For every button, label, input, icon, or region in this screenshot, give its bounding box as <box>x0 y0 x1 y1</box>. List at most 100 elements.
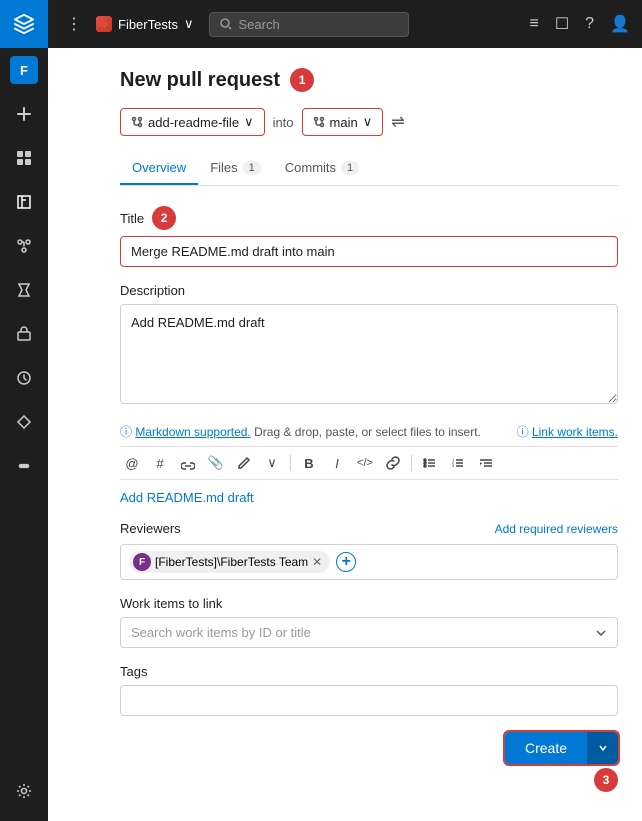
reviewers-label: Reviewers <box>120 521 181 536</box>
work-items-dropdown[interactable]: Search work items by ID or title <box>120 617 618 648</box>
description-label-row: Description <box>120 283 618 298</box>
avatar-box: F <box>10 56 38 84</box>
tab-files-label: Files <box>210 160 237 175</box>
description-section: Description Add README.md draft <box>120 283 618 407</box>
tab-files[interactable]: Files 1 <box>198 152 273 185</box>
into-text: into <box>273 115 294 130</box>
tab-commits-label: Commits <box>285 160 336 175</box>
draft-link-readme[interactable]: README.md <box>147 490 224 505</box>
sidebar-pipelines-icon[interactable] <box>0 224 48 268</box>
sidebar-diamond-icon[interactable] <box>0 400 48 444</box>
svg-text:3: 3 <box>452 463 455 468</box>
sidebar-artifacts-icon[interactable] <box>0 312 48 356</box>
tabs-bar: Overview Files 1 Commits 1 <box>120 152 618 186</box>
toolbar-attach-button[interactable]: 📎 <box>204 451 228 475</box>
search-placeholder: Search <box>238 17 279 32</box>
swap-branches-button[interactable]: ⇌ <box>391 112 404 132</box>
project-chevron: ∨ <box>184 16 194 32</box>
step-badge-2: 2 <box>152 206 176 230</box>
reviewer-pill: F [FiberTests]\FiberTests Team ✕ <box>129 551 330 573</box>
reviewer-avatar: F <box>133 553 151 571</box>
toolbar-link2-button[interactable] <box>176 451 200 475</box>
sidebar-bottom <box>0 769 48 821</box>
tags-label: Tags <box>120 664 618 679</box>
title-input[interactable] <box>120 236 618 267</box>
reviewer-add-button[interactable]: + <box>336 552 356 572</box>
markdown-info-left: ⓘ Markdown supported. Drag & drop, paste… <box>120 423 481 440</box>
sidebar-top: F <box>0 0 48 488</box>
toolbar-at-button[interactable]: @ <box>120 451 144 475</box>
description-textarea[interactable]: Add README.md draft <box>120 304 618 404</box>
topbar-right: ≡ ☐ ? 👤 <box>529 14 630 34</box>
sidebar-logo[interactable] <box>0 0 48 48</box>
project-name: FiberTests <box>118 17 178 32</box>
user-icon[interactable]: 👤 <box>610 14 630 34</box>
title-label: Title <box>120 211 144 226</box>
draft-text: Add README.md draft <box>120 490 618 505</box>
tab-commits[interactable]: Commits 1 <box>273 152 371 185</box>
topbar-dots-button[interactable]: ⋮ <box>60 10 88 38</box>
info-icon-2: ⓘ <box>517 425 529 439</box>
sidebar-boards-icon[interactable] <box>0 136 48 180</box>
search-box[interactable]: Search <box>209 12 409 37</box>
tab-overview-label: Overview <box>132 160 186 175</box>
reviewer-name: [FiberTests]\FiberTests Team <box>155 555 308 569</box>
sidebar: F <box>0 0 48 821</box>
page-title: New pull request <box>120 69 280 92</box>
toolbar-ol-button[interactable]: 123 <box>446 451 470 475</box>
draft-suffix: draft <box>224 490 254 505</box>
editor-toolbar: @ # 📎 ∨ B I </> 123 <box>120 446 618 480</box>
topbar-project-selector[interactable]: FiberTests ∨ <box>96 16 193 32</box>
work-items-section: Work items to link Search work items by … <box>120 596 618 648</box>
target-branch-button[interactable]: main ∨ <box>302 108 384 136</box>
step-badge-3: 3 <box>594 768 618 792</box>
badge3-container: 3 <box>120 768 618 792</box>
toolbar-ul-button[interactable] <box>418 451 442 475</box>
sidebar-settings-icon[interactable] <box>0 769 48 813</box>
sidebar-repos-icon[interactable] <box>0 180 48 224</box>
sidebar-testplans-icon[interactable] <box>0 268 48 312</box>
create-button[interactable]: Create <box>505 732 587 764</box>
work-items-label: Work items to link <box>120 596 618 611</box>
page-header: New pull request 1 <box>120 68 618 92</box>
target-branch-chevron: ∨ <box>363 114 373 130</box>
work-items-placeholder: Search work items by ID or title <box>131 625 311 640</box>
tab-commits-count: 1 <box>341 161 359 175</box>
tab-files-count: 1 <box>243 161 261 175</box>
topbar: ⋮ FiberTests ∨ Search ≡ ☐ ? 👤 <box>48 0 642 48</box>
add-required-reviewers-link[interactable]: Add required reviewers <box>495 522 618 536</box>
sidebar-avatar[interactable]: F <box>0 48 48 92</box>
markdown-info-row: ⓘ Markdown supported. Drag & drop, paste… <box>120 423 618 440</box>
toolbar-hyperlink-button[interactable] <box>381 451 405 475</box>
tags-input[interactable] <box>120 685 618 716</box>
source-branch-label: add-readme-file <box>148 115 239 130</box>
source-branch-button[interactable]: add-readme-file ∨ <box>120 108 265 136</box>
hamburger-icon[interactable]: ≡ <box>529 15 538 33</box>
toolbar-bold-button[interactable]: B <box>297 451 321 475</box>
toolbar-code-button[interactable]: </> <box>353 451 377 475</box>
reviewers-header-row: Reviewers Add required reviewers <box>120 521 618 536</box>
sidebar-add-button[interactable] <box>0 92 48 136</box>
link-work-items-link[interactable]: Link work items. <box>532 425 618 439</box>
create-button-group: Create <box>505 732 618 764</box>
draft-prefix: Add <box>120 490 147 505</box>
sidebar-extra-icon[interactable] <box>0 444 48 488</box>
markdown-link[interactable]: Markdown supported. <box>135 425 250 439</box>
help-icon[interactable]: ? <box>585 15 594 33</box>
toolbar-indent-button[interactable] <box>474 451 498 475</box>
source-branch-chevron: ∨ <box>244 114 254 130</box>
toolbar-draw-chevron[interactable]: ∨ <box>260 451 284 475</box>
sidebar-overview-icon[interactable] <box>0 356 48 400</box>
clipboard-icon[interactable]: ☐ <box>555 14 569 34</box>
create-area: Create <box>120 732 618 764</box>
reviewer-remove-button[interactable]: ✕ <box>312 555 322 569</box>
main-content: New pull request 1 add-readme-file ∨ int… <box>96 48 642 821</box>
toolbar-italic-button[interactable]: I <box>325 451 349 475</box>
work-items-label-text: Work items to link <box>120 596 222 611</box>
create-dropdown-button[interactable] <box>587 732 618 764</box>
toolbar-hash-button[interactable]: # <box>148 451 172 475</box>
markdown-info-right: ⓘ Link work items. <box>517 423 618 440</box>
tab-overview[interactable]: Overview <box>120 152 198 185</box>
reviewers-input-area[interactable]: F [FiberTests]\FiberTests Team ✕ + <box>120 544 618 580</box>
toolbar-draw-button[interactable] <box>232 451 256 475</box>
